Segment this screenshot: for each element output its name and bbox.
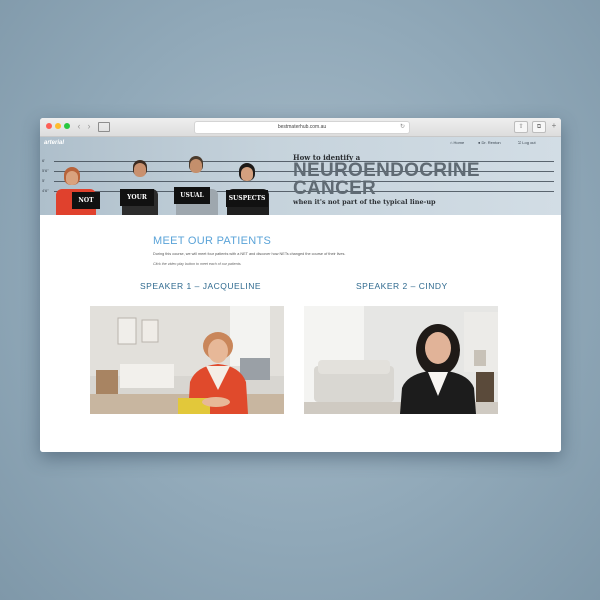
person-head xyxy=(66,171,78,185)
share-icon[interactable]: ⇧ xyxy=(514,121,528,133)
speaker-1-video[interactable] xyxy=(90,306,284,414)
speaker-1-title: SPEAKER 1 – JACQUELINE xyxy=(140,281,262,291)
speaker-2-video-frame xyxy=(304,306,498,414)
speaker-2-video[interactable] xyxy=(304,306,498,414)
nav-logout-label: Log out xyxy=(522,140,536,145)
minimize-window-button[interactable] xyxy=(55,123,61,129)
reload-icon[interactable]: ↻ xyxy=(400,122,405,133)
new-tab-button[interactable]: + xyxy=(549,121,559,131)
page-content: MEET OUR PATIENTS During this course, we… xyxy=(40,215,561,452)
height-mark: 5' xyxy=(42,178,45,183)
person-head xyxy=(241,167,253,181)
browser-toolbar: ‹ › bestmaterhub.com.au ↻ ⇧ ⧉ + xyxy=(40,118,561,137)
close-window-button[interactable] xyxy=(46,123,52,129)
lineup-sign: USUAL xyxy=(174,187,210,204)
lineup-person-4 xyxy=(223,163,273,215)
nav-home-link[interactable]: ⌂ Home xyxy=(450,140,464,145)
lineup-sign: SUSPECTS xyxy=(226,190,268,207)
hero-banner: 6' 5'6" 5' 4'6" arterial ⌂ Home ● Dr. Re… xyxy=(40,137,561,215)
height-mark: 5'6" xyxy=(42,168,49,173)
nav-home-label: Home xyxy=(453,140,465,145)
person-head xyxy=(190,159,202,173)
sidebar-toggle-icon[interactable] xyxy=(98,122,110,132)
address-bar[interactable]: bestmaterhub.com.au ↻ xyxy=(194,121,410,134)
banner-title-line2: CANCER xyxy=(293,178,377,199)
tabs-overview-icon[interactable]: ⧉ xyxy=(532,121,546,133)
instruction-text: Click the video play button to meet each… xyxy=(153,262,242,266)
nav-user-link[interactable]: ● Dr. Renton xyxy=(478,140,501,145)
back-arrow-icon[interactable]: ‹ xyxy=(74,121,84,132)
forward-arrow-icon[interactable]: › xyxy=(84,121,94,132)
lineup-sign: NOT xyxy=(72,192,100,209)
browser-window: ‹ › bestmaterhub.com.au ↻ ⇧ ⧉ + 6' 5'6" … xyxy=(40,118,561,452)
nav-user-label: Dr. Renton xyxy=(481,140,501,145)
height-mark: 4'6" xyxy=(42,188,49,193)
banner-title-sub: when it's not part of the typical line-u… xyxy=(293,198,436,206)
lineup-sign: YOUR xyxy=(120,189,154,206)
page-title: MEET OUR PATIENTS xyxy=(153,235,272,247)
height-mark: 6' xyxy=(42,158,45,163)
banner-title-main: NEUROENDOCRINE CANCER xyxy=(293,161,480,199)
url-text: bestmaterhub.com.au xyxy=(277,124,327,130)
nav-logout-link[interactable]: ⎋ Log out xyxy=(518,140,536,145)
lineup-person-2 xyxy=(118,161,162,215)
speaker-1-video-frame xyxy=(90,306,284,414)
maximize-window-button[interactable] xyxy=(64,123,70,129)
site-logo[interactable]: arterial xyxy=(44,140,64,146)
person-head xyxy=(134,163,146,177)
speaker-2-title: SPEAKER 2 – CINDY xyxy=(356,281,448,291)
intro-text: During this course, we will meet four pa… xyxy=(153,252,346,256)
